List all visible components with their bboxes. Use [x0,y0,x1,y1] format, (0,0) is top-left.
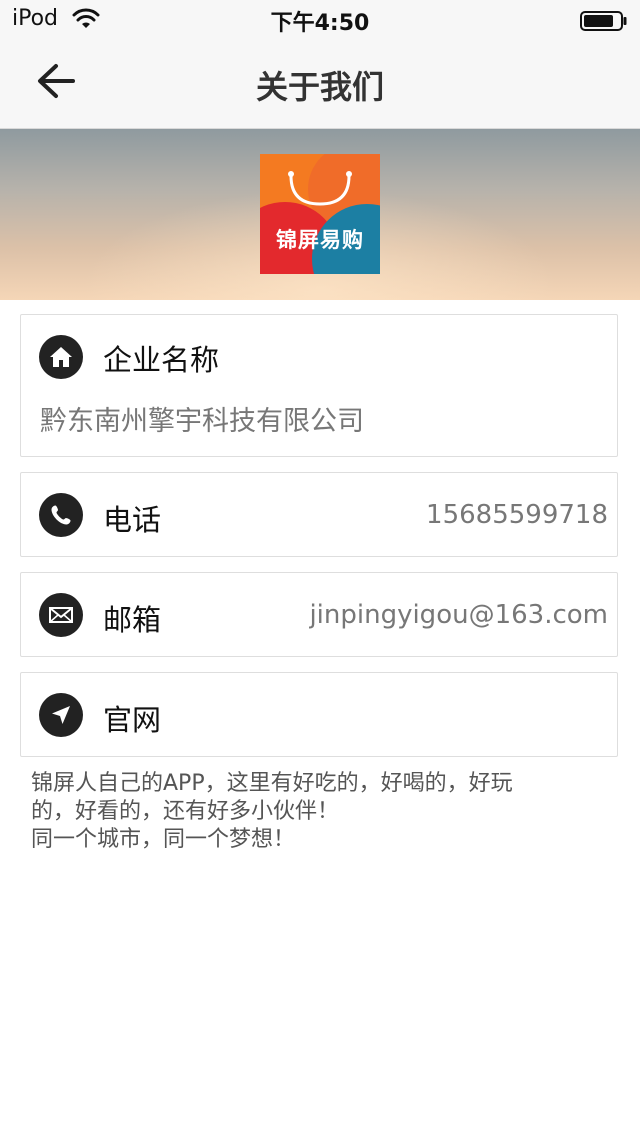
mail-icon [39,593,83,637]
description-text: 锦屏人自己的APP，这里有好吃的，好喝的，好玩 的，好看的，还有好多小伙伴！ 同… [31,771,513,852]
nav-bar: 关于我们 [0,40,640,129]
website-row[interactable]: 官网 [20,672,618,757]
email-value: jinpingyigou@163.com [309,600,608,630]
phone-label: 电话 [103,503,162,537]
home-icon [39,335,83,379]
page-title: 关于我们 [255,68,384,106]
phone-row[interactable]: 电话 15685599718 [20,472,618,557]
status-bar: iPod 下午4:50 [0,0,640,40]
email-row[interactable]: 邮箱 jinpingyigou@163.com [20,572,618,657]
banner: 锦屏易购 [0,129,640,300]
app-logo: 锦屏易购 [260,154,380,274]
logo-text: 锦屏易购 [276,228,364,252]
phone-value: 15685599718 [426,500,608,530]
phone-icon [39,493,83,537]
website-label: 官网 [103,703,162,737]
battery-icon [580,11,628,35]
company-label: 企业名称 [103,343,220,377]
shopping-bag-icon [285,162,355,216]
company-value: 黔东南州擎宇科技有限公司 [40,406,364,437]
company-card: 企业名称 黔东南州擎宇科技有限公司 [20,314,618,457]
email-label: 邮箱 [103,603,162,637]
location-arrow-icon [39,693,83,737]
status-time: 下午4:50 [270,11,370,36]
